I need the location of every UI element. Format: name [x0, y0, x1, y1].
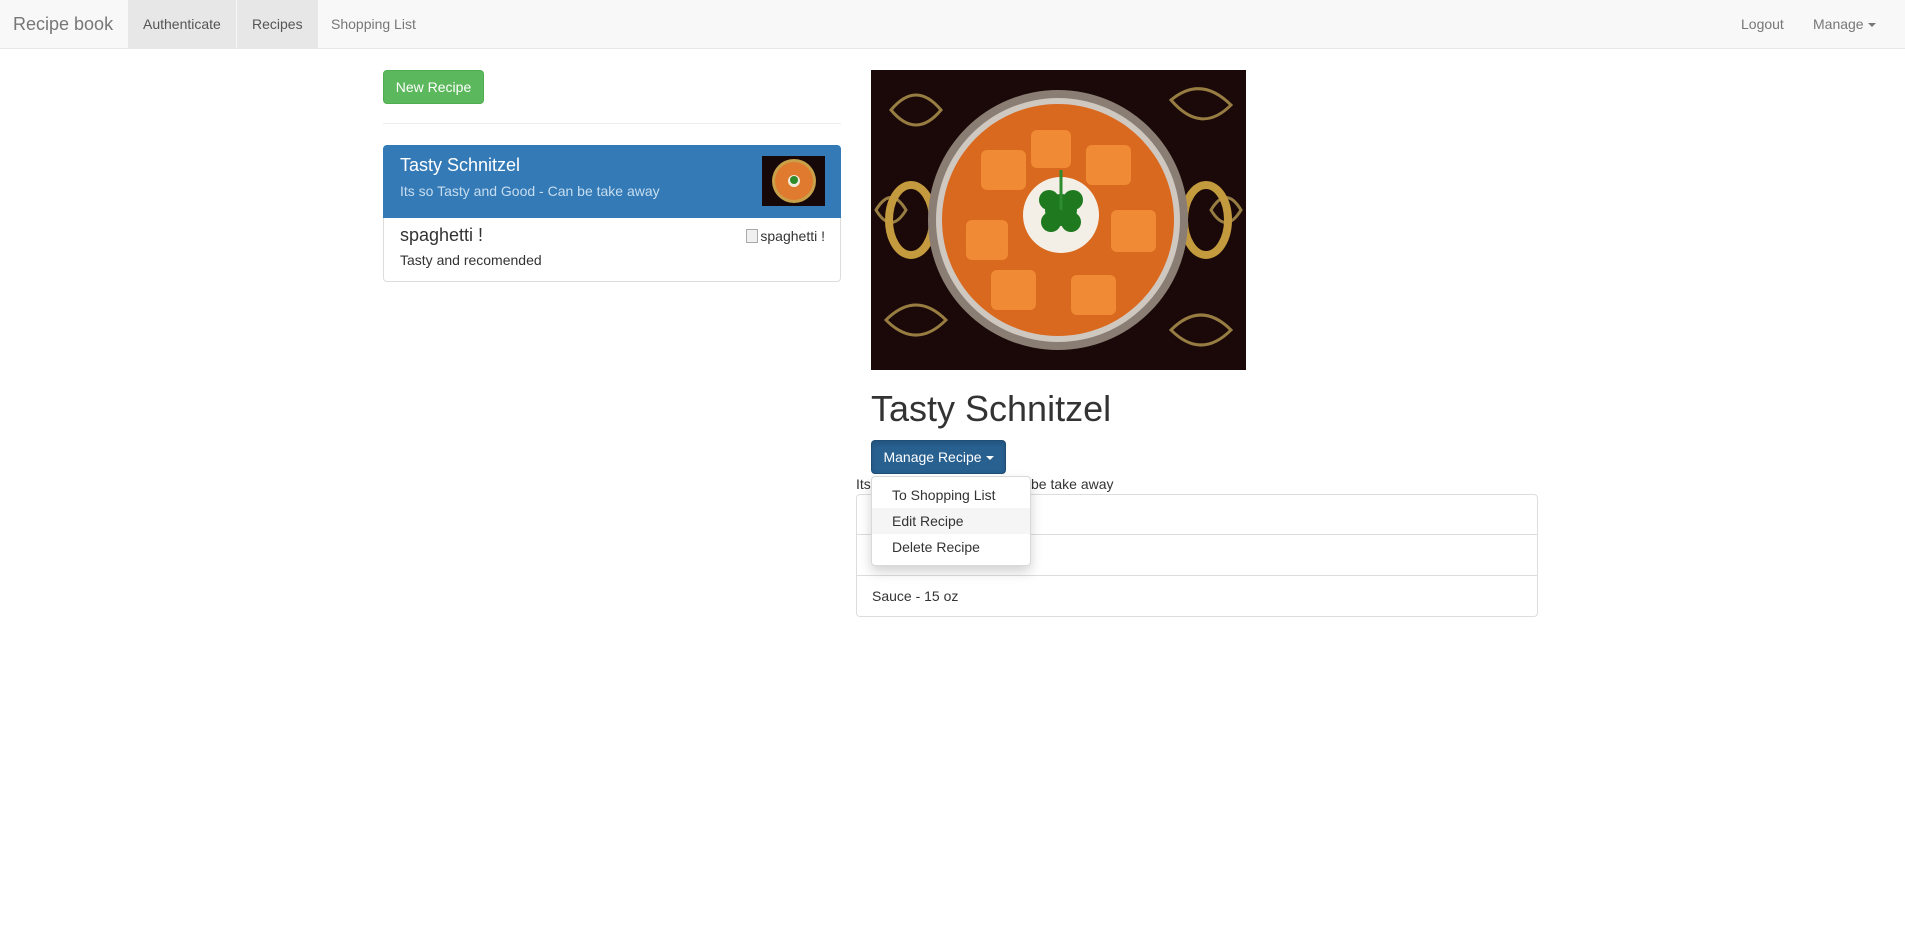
recipe-item-description: Its so Tasty and Good - Can be take away — [400, 183, 660, 199]
manage-recipe-button[interactable]: Manage Recipe — [871, 440, 1006, 474]
recipe-item-title: spaghetti ! — [400, 225, 484, 245]
nav-shopping-list[interactable]: Shopping List — [316, 0, 431, 49]
nav-logout[interactable]: Logout — [1726, 0, 1799, 49]
nav-manage-dropdown[interactable]: Manage — [1798, 0, 1891, 49]
brand-link[interactable]: Recipe book — [13, 0, 113, 49]
recipe-list-item[interactable]: Tasty Schnitzel Its so Tasty and Good - … — [383, 145, 841, 218]
recipe-item-title: Tasty Schnitzel — [400, 155, 521, 175]
nav-authenticate[interactable]: Authenticate — [128, 0, 236, 49]
dropdown-item-delete-recipe[interactable]: Delete Recipe — [872, 534, 1030, 560]
recipe-description-start: Its — [856, 476, 871, 492]
navbar: Recipe book Authenticate Recipes Shoppin… — [0, 0, 1905, 49]
caret-down-icon — [985, 456, 994, 461]
recipe-list: Tasty Schnitzel Its so Tasty and Good - … — [383, 145, 841, 282]
nav-manage-label: Manage — [1813, 16, 1864, 32]
manage-recipe-dropdown: To Shopping List Edit Recipe Delete Reci… — [871, 476, 1031, 566]
recipe-list-item[interactable]: spaghetti ! Tasty and recomended spaghet… — [383, 218, 841, 282]
dropdown-item-to-shopping-list[interactable]: To Shopping List — [872, 482, 1030, 508]
recipe-description-end: be take away — [1031, 476, 1114, 492]
manage-recipe-label: Manage Recipe — [883, 449, 982, 465]
dropdown-item-edit-recipe[interactable]: Edit Recipe — [872, 508, 1030, 534]
caret-down-icon — [1867, 23, 1876, 28]
recipe-thumbnail — [762, 156, 825, 206]
broken-image-icon — [746, 229, 759, 243]
nav-recipes[interactable]: Recipes — [237, 0, 318, 49]
recipe-item-description: Tasty and recomended — [400, 252, 542, 268]
divider — [383, 123, 841, 124]
new-recipe-button[interactable]: New Recipe — [383, 70, 484, 104]
recipe-image — [871, 70, 1246, 370]
recipe-title: Tasty Schnitzel — [871, 388, 1112, 429]
broken-image: spaghetti ! — [746, 228, 825, 244]
recipe-description: Its be take away — [856, 476, 1114, 492]
broken-image-alt: spaghetti ! — [760, 228, 825, 244]
ingredient-item[interactable]: Sauce - 15 oz — [856, 576, 1538, 617]
